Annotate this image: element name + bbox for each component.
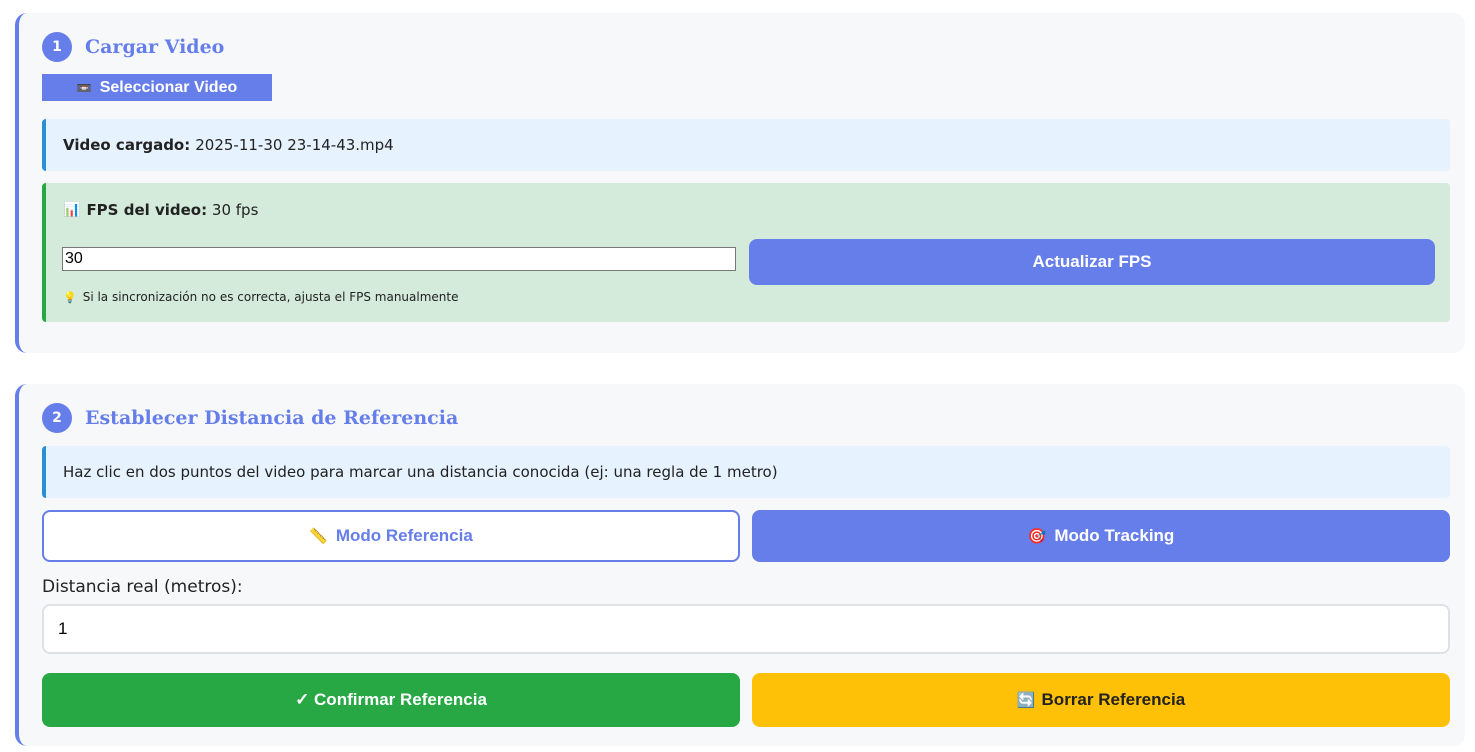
reference-instructions: Haz clic en dos puntos del video para ma… — [42, 446, 1450, 498]
refresh-icon: 🔄 — [1016, 691, 1036, 709]
bar-chart-icon: 📊 — [63, 202, 81, 218]
step-header: 2 Establecer Distancia de Referencia — [42, 403, 458, 433]
target-icon: 🎯 — [1027, 527, 1047, 545]
confirm-reference-button[interactable]: ✓ Confirmar Referencia — [42, 673, 740, 727]
step-reference-distance-card: 2 Establecer Distancia de Referencia Haz… — [15, 384, 1465, 746]
loaded-video-label: Video cargado: — [63, 136, 191, 154]
select-video-button[interactable]: 📼 Seleccionar Video — [42, 74, 272, 101]
update-fps-button[interactable]: Actualizar FPS — [749, 239, 1435, 285]
step-number-badge: 1 — [42, 32, 72, 62]
tracking-mode-label: Modo Tracking — [1054, 526, 1175, 545]
reference-instructions-text: Haz clic en dos puntos del video para ma… — [63, 463, 778, 481]
clear-reference-button[interactable]: 🔄 Borrar Referencia — [752, 673, 1450, 727]
select-video-label: Seleccionar Video — [99, 78, 238, 96]
fps-value: 30 fps — [211, 201, 259, 219]
lightbulb-icon: 💡 — [63, 290, 77, 304]
clear-reference-label: Borrar Referencia — [1041, 690, 1186, 709]
loaded-video-info: Video cargado: 2025-11-30 23-14-43.mp4 — [42, 119, 1450, 171]
step-title: Establecer Distancia de Referencia — [85, 407, 459, 429]
fps-input[interactable] — [62, 247, 736, 271]
step-title: Cargar Video — [85, 36, 225, 58]
step-header: 1 Cargar Video — [42, 32, 224, 62]
reference-mode-label: Modo Referencia — [335, 526, 473, 545]
distance-input[interactable] — [42, 604, 1450, 654]
fps-hint: 💡 Si la sincronización no es correcta, a… — [63, 290, 459, 304]
step-number-badge: 2 — [42, 403, 72, 433]
fps-hint-text: Si la sincronización no es correcta, aju… — [82, 290, 459, 304]
fps-label: FPS del video: — [86, 201, 208, 219]
step-load-video-card: 1 Cargar Video 📼 Seleccionar Video Video… — [15, 13, 1465, 353]
distance-label: Distancia real (metros): — [42, 577, 243, 597]
loaded-video-filename: 2025-11-30 23-14-43.mp4 — [195, 136, 394, 154]
video-cassette-icon: 📼 — [76, 80, 92, 95]
ruler-icon: 📏 — [309, 527, 328, 545]
fps-info: 📊 FPS del video: 30 fps — [63, 201, 258, 219]
tracking-mode-button[interactable]: 🎯 Modo Tracking — [752, 510, 1450, 562]
fps-panel: 📊 FPS del video: 30 fps Actualizar FPS 💡… — [42, 183, 1450, 322]
reference-mode-button[interactable]: 📏 Modo Referencia — [42, 510, 740, 562]
